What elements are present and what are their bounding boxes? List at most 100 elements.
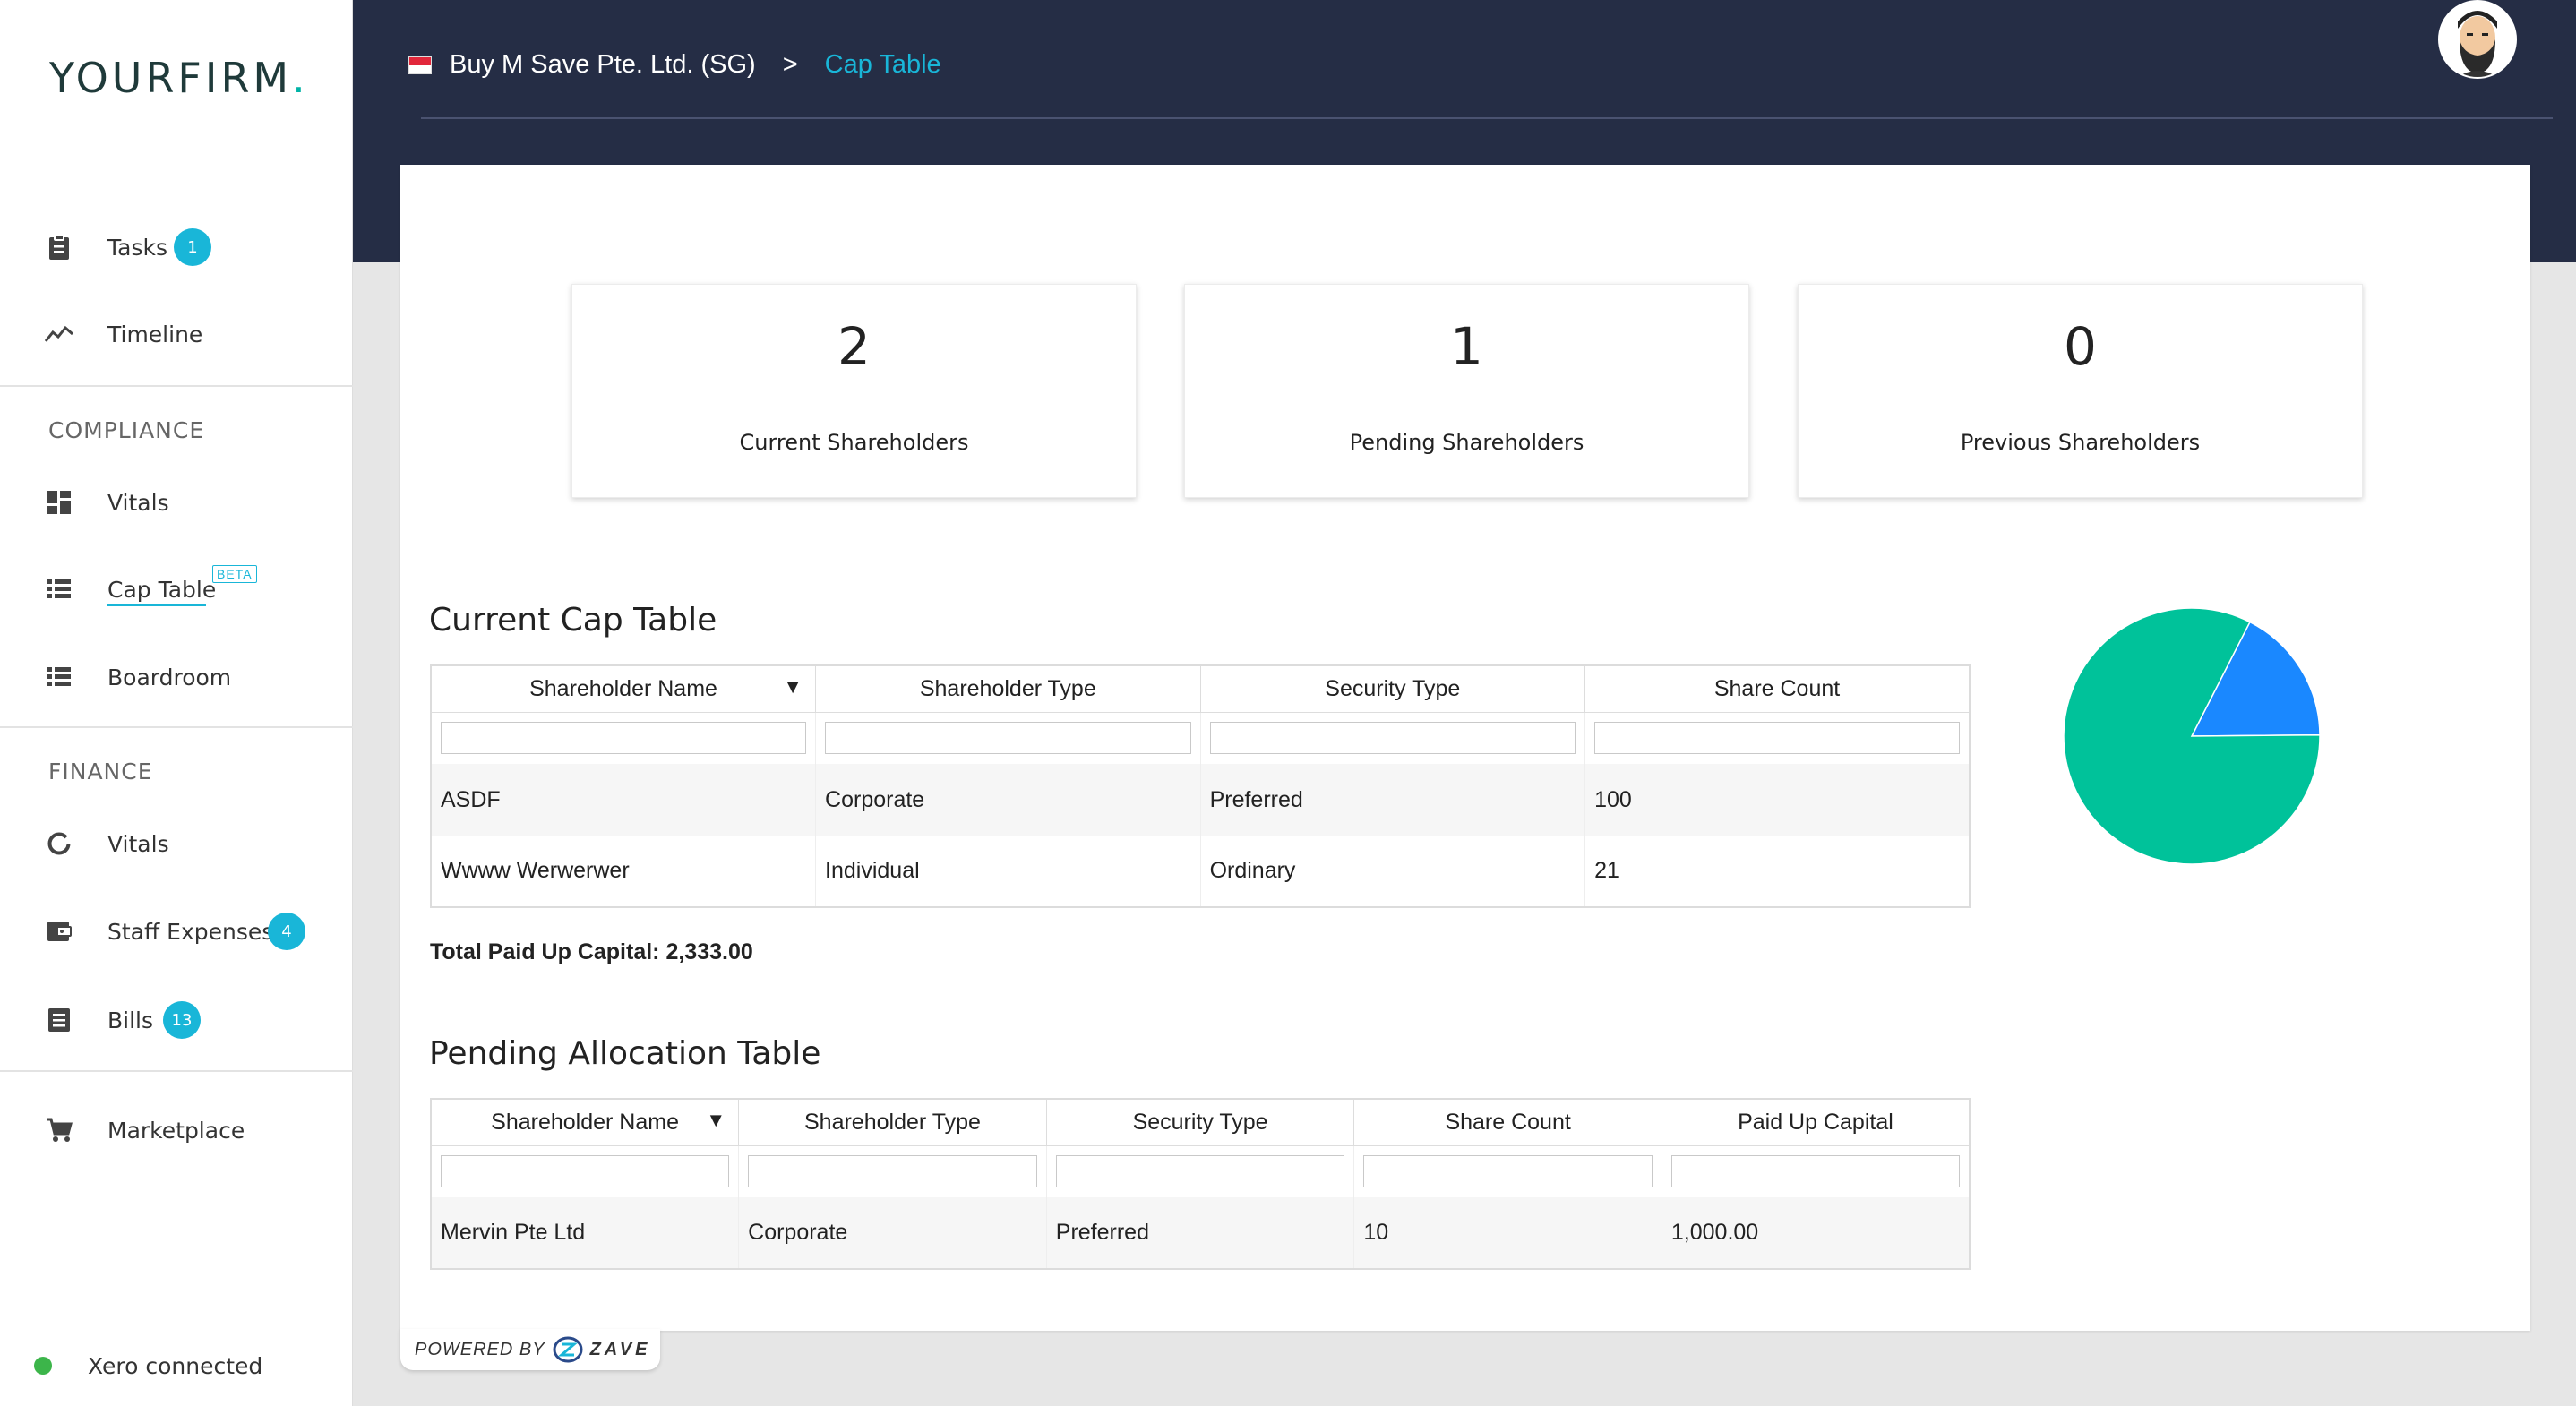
column-header-security-type[interactable]: Security Type [1046, 1099, 1355, 1146]
vendor-name: ZAVE [589, 1339, 651, 1359]
shareholding-pie-chart [2063, 607, 2321, 865]
filter-paid-up-capital-input[interactable] [1670, 1155, 1960, 1188]
filter-cell [1662, 1145, 1971, 1197]
powered-by-label: POWERED BY [415, 1339, 545, 1359]
column-header-paid-up-capital[interactable]: Paid Up Capital [1662, 1099, 1971, 1146]
filter-shareholder-name-input[interactable] [441, 722, 807, 755]
stat-previous-shareholders[interactable]: 0 Previous Shareholders [1798, 284, 2363, 498]
breadcrumb-company[interactable]: Buy M Save Pte. Ltd. (SG) [450, 50, 756, 80]
filter-shareholder-type-input[interactable] [825, 722, 1191, 755]
filter-cell [738, 1145, 1047, 1197]
tasks-count-badge: 1 [174, 228, 211, 266]
cell-security-type: Preferred [1046, 1197, 1355, 1269]
status-dot-icon [34, 1357, 52, 1375]
brand-name: YOURFIRM [49, 54, 293, 102]
sidebar-item-label: Marketplace [107, 1117, 245, 1144]
column-header-shareholder-name[interactable]: Shareholder Name ▼ [431, 665, 817, 713]
filter-share-count-input[interactable] [1363, 1155, 1653, 1188]
sidebar-item-label: Bills [107, 1007, 154, 1033]
table-row[interactable]: Mervin Pte Ltd Corporate Preferred 10 1,… [431, 1197, 1971, 1269]
cell-shareholder-name: Mervin Pte Ltd [431, 1197, 740, 1269]
cell-share-count: 21 [1584, 836, 1971, 907]
cell-security-type: Preferred [1200, 764, 1586, 836]
cell-paid-up-capital: 1,000.00 [1662, 1197, 1971, 1269]
stat-value: 0 [2064, 316, 2097, 377]
sidebar-item-tasks[interactable]: Tasks 1 [0, 216, 353, 279]
cell-security-type: Ordinary [1200, 836, 1586, 907]
stat-label: Pending Shareholders [1349, 430, 1584, 455]
filter-shareholder-type-input[interactable] [748, 1155, 1037, 1188]
stat-value: 1 [1450, 316, 1483, 377]
sidebar-item-compliance-vitals[interactable]: Vitals [0, 471, 353, 534]
breadcrumb-current: Cap Table [824, 50, 941, 79]
cell-shareholder-type: Individual [815, 836, 1201, 907]
sidebar-item-cap-table[interactable]: Cap Table BETA [0, 558, 353, 621]
shopping-cart-icon [45, 1116, 73, 1145]
filter-cell [1046, 1145, 1355, 1197]
brand-logo[interactable]: YOURFIRM. [49, 54, 309, 102]
filter-security-type-input[interactable] [1209, 722, 1576, 755]
filter-security-type-input[interactable] [1055, 1155, 1345, 1188]
trend-line-icon [45, 320, 73, 348]
main-content-card: 2 Current Shareholders 1 Pending Shareho… [400, 165, 2530, 1331]
cell-shareholder-name: Wwww Werwerwer [431, 836, 817, 907]
table-row[interactable]: ASDF Corporate Preferred 100 [431, 764, 1971, 836]
pending-allocation-table-title: Pending Allocation Table [429, 1035, 821, 1072]
column-header-shareholder-type[interactable]: Shareholder Type [738, 1099, 1047, 1146]
filter-cell [815, 712, 1201, 764]
xero-status-label: Xero connected [88, 1352, 263, 1379]
column-header-share-count[interactable]: Share Count [1584, 665, 1971, 713]
filter-share-count-input[interactable] [1594, 722, 1960, 755]
sidebar: YOURFIRM. Tasks 1 Timeline COMPLIANCE Vi… [0, 0, 353, 1406]
sidebar-divider [0, 1070, 353, 1072]
current-cap-table-title: Current Cap Table [429, 602, 717, 639]
column-header-security-type[interactable]: Security Type [1200, 665, 1586, 713]
stat-label: Previous Shareholders [1960, 430, 2201, 455]
filter-cell [431, 1145, 740, 1197]
dashboard-icon [45, 488, 73, 517]
sidebar-divider [0, 726, 353, 728]
filter-cell [1200, 712, 1586, 764]
sidebar-divider [0, 385, 353, 387]
user-avatar[interactable] [2438, 0, 2517, 79]
list-icon [45, 575, 73, 604]
sidebar-item-label: Tasks [107, 234, 167, 261]
cell-shareholder-type: Corporate [815, 764, 1201, 836]
section-title-compliance: COMPLIANCE [48, 417, 205, 443]
column-header-shareholder-name[interactable]: Shareholder Name ▼ [431, 1099, 740, 1146]
filter-shareholder-name-input[interactable] [441, 1155, 730, 1188]
zave-logo-icon [553, 1336, 583, 1363]
stat-pending-shareholders[interactable]: 1 Pending Shareholders [1184, 284, 1749, 498]
cell-shareholder-name: ASDF [431, 764, 817, 836]
active-indicator [107, 604, 206, 606]
sidebar-item-bills[interactable]: Bills 13 [0, 989, 353, 1051]
singapore-flag-icon [408, 56, 432, 74]
cell-share-count: 100 [1584, 764, 1971, 836]
sidebar-item-finance-vitals[interactable]: Vitals [0, 812, 353, 875]
sidebar-item-boardroom[interactable]: Boardroom [0, 646, 353, 708]
sidebar-item-label: Boardroom [107, 664, 232, 690]
filter-cell [1584, 712, 1971, 764]
receipt-icon [45, 1006, 73, 1034]
cell-share-count: 10 [1353, 1197, 1662, 1269]
clipboard-icon [45, 233, 73, 261]
xero-connection-status: Xero connected [34, 1353, 262, 1379]
cell-shareholder-type: Corporate [738, 1197, 1047, 1269]
powered-by-zave[interactable]: POWERED BY ZAVE [400, 1329, 660, 1370]
sort-desc-icon[interactable]: ▼ [783, 675, 803, 699]
stat-current-shareholders[interactable]: 2 Current Shareholders [571, 284, 1137, 498]
sidebar-item-label: Timeline [107, 321, 203, 347]
sort-desc-icon[interactable]: ▼ [706, 1109, 726, 1132]
sidebar-item-timeline[interactable]: Timeline [0, 303, 353, 365]
sidebar-item-marketplace[interactable]: Marketplace [0, 1099, 353, 1162]
column-header-share-count[interactable]: Share Count [1353, 1099, 1662, 1146]
filter-cell [1353, 1145, 1662, 1197]
column-header-shareholder-type[interactable]: Shareholder Type [815, 665, 1201, 713]
bills-count-badge: 13 [163, 1001, 201, 1039]
breadcrumb: Buy M Save Pte. Ltd. (SG) > Cap Table [408, 50, 941, 80]
stat-label: Current Shareholders [739, 430, 969, 455]
table-row[interactable]: Wwww Werwerwer Individual Ordinary 21 [431, 836, 1971, 907]
sidebar-item-staff-expenses[interactable]: Staff Expenses 4 [0, 900, 353, 963]
beta-tag: BETA [212, 565, 257, 583]
stat-value: 2 [837, 316, 871, 377]
